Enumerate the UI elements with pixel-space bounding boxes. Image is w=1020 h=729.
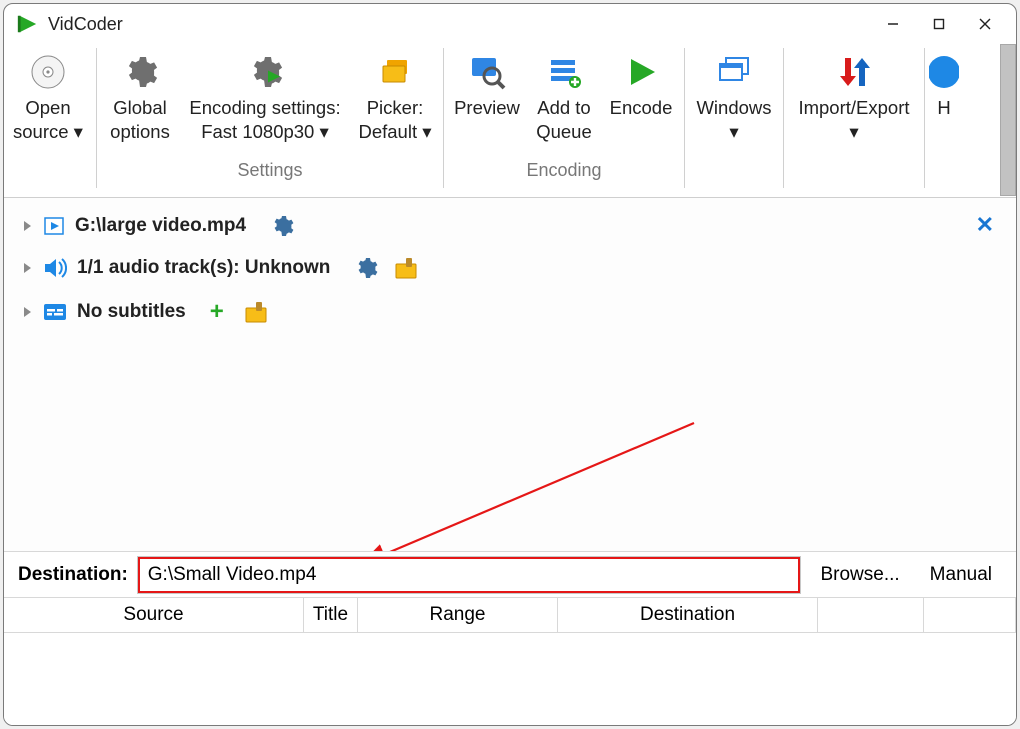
toolbar-label: Encoding settings: Fast 1080p30 ▾ bbox=[189, 96, 340, 144]
column-blank[interactable] bbox=[818, 598, 924, 632]
gear-icon[interactable] bbox=[354, 256, 378, 280]
subtitles-label: No subtitles bbox=[77, 301, 186, 323]
help-button[interactable]: H bbox=[929, 50, 959, 158]
help-icon bbox=[929, 50, 959, 94]
column-source[interactable]: Source bbox=[4, 598, 304, 632]
toolbar-label: Windows ▾ bbox=[696, 96, 771, 144]
speaker-icon bbox=[43, 257, 67, 279]
folder-clip-icon[interactable] bbox=[394, 256, 420, 280]
manual-button[interactable]: Manual bbox=[920, 562, 1002, 588]
queue-add-icon bbox=[545, 50, 583, 94]
toolbar-label: Picker: Default ▾ bbox=[358, 96, 431, 144]
expander-icon[interactable] bbox=[24, 221, 31, 231]
column-title[interactable]: Title bbox=[304, 598, 358, 632]
toolbar: Open source ▾ Global options bbox=[4, 44, 1016, 198]
windows-button[interactable]: Windows ▾ bbox=[689, 50, 779, 158]
gear-icon[interactable] bbox=[270, 214, 294, 238]
toolbar-group-label: Encoding bbox=[526, 158, 601, 187]
toolbar-label: Add to Queue bbox=[536, 96, 592, 144]
import-export-icon bbox=[834, 50, 874, 94]
picker-button[interactable]: Picker: Default ▾ bbox=[351, 50, 439, 158]
separator bbox=[96, 48, 97, 188]
column-destination[interactable]: Destination bbox=[558, 598, 818, 632]
play-icon bbox=[623, 50, 659, 94]
windows-icon bbox=[714, 50, 754, 94]
video-file-icon bbox=[43, 215, 65, 237]
audio-tracks-row[interactable]: 1/1 audio track(s): Unknown bbox=[20, 250, 1000, 292]
folder-clip-icon[interactable] bbox=[244, 300, 270, 324]
separator bbox=[783, 48, 784, 188]
app-window: VidCoder Open source ▾ bbox=[3, 3, 1017, 726]
browse-button[interactable]: Browse... bbox=[810, 562, 909, 588]
toolbar-group-label: Settings bbox=[237, 158, 302, 187]
toolbar-label: Import/Export ▾ bbox=[798, 96, 909, 144]
column-range[interactable]: Range bbox=[358, 598, 558, 632]
folder-stack-icon bbox=[377, 50, 413, 94]
app-icon bbox=[16, 13, 38, 35]
gear-icon bbox=[122, 50, 158, 94]
separator bbox=[924, 48, 925, 188]
minimize-button[interactable] bbox=[870, 8, 916, 40]
separator bbox=[443, 48, 444, 188]
separator bbox=[684, 48, 685, 188]
encoding-settings-button[interactable]: Encoding settings: Fast 1080p30 ▾ bbox=[179, 50, 351, 158]
toolbar-label: H bbox=[937, 96, 950, 120]
add-to-queue-button[interactable]: Add to Queue bbox=[526, 50, 602, 158]
subtitles-row[interactable]: No subtitles + bbox=[20, 292, 1000, 338]
source-file-row[interactable]: G:\large video.mp4 bbox=[20, 208, 1000, 250]
close-source-button[interactable]: ✕ bbox=[976, 212, 994, 238]
gear-play-icon bbox=[247, 50, 283, 94]
toolbar-label: Global options bbox=[110, 96, 170, 144]
toolbar-label: Preview bbox=[454, 96, 520, 120]
column-blank[interactable] bbox=[924, 598, 1016, 632]
open-source-button[interactable]: Open source ▾ bbox=[4, 50, 92, 158]
global-options-button[interactable]: Global options bbox=[101, 50, 179, 158]
maximize-button[interactable] bbox=[916, 8, 962, 40]
title-bar: VidCoder bbox=[4, 4, 1016, 44]
source-file-label: G:\large video.mp4 bbox=[75, 215, 246, 237]
queue-empty-area bbox=[4, 633, 1016, 725]
subtitle-icon bbox=[43, 302, 67, 322]
add-icon[interactable]: + bbox=[210, 298, 224, 326]
audio-tracks-label: 1/1 audio track(s): Unknown bbox=[77, 257, 330, 279]
close-button[interactable] bbox=[962, 8, 1008, 40]
annotation-arrow bbox=[334, 413, 714, 551]
queue-columns-header: Source Title Range Destination bbox=[4, 597, 1016, 633]
destination-input[interactable] bbox=[144, 562, 795, 588]
toolbar-label: Open source ▾ bbox=[13, 96, 83, 144]
destination-input-highlight bbox=[138, 557, 801, 593]
source-panel: ✕ G:\large video.mp4 1/1 audio track(s):… bbox=[4, 198, 1016, 551]
preview-icon bbox=[468, 50, 506, 94]
toolbar-label: Encode bbox=[610, 96, 673, 120]
destination-label: Destination: bbox=[18, 564, 128, 586]
disc-icon bbox=[29, 50, 67, 94]
expander-icon[interactable] bbox=[24, 307, 31, 317]
app-title: VidCoder bbox=[48, 14, 123, 35]
preview-button[interactable]: Preview bbox=[448, 50, 526, 158]
encode-button[interactable]: Encode bbox=[602, 50, 680, 158]
toolbar-scrollbar[interactable] bbox=[1000, 44, 1016, 196]
destination-bar: Destination: Browse... Manual bbox=[4, 551, 1016, 597]
import-export-button[interactable]: Import/Export ▾ bbox=[788, 50, 920, 158]
expander-icon[interactable] bbox=[24, 263, 31, 273]
